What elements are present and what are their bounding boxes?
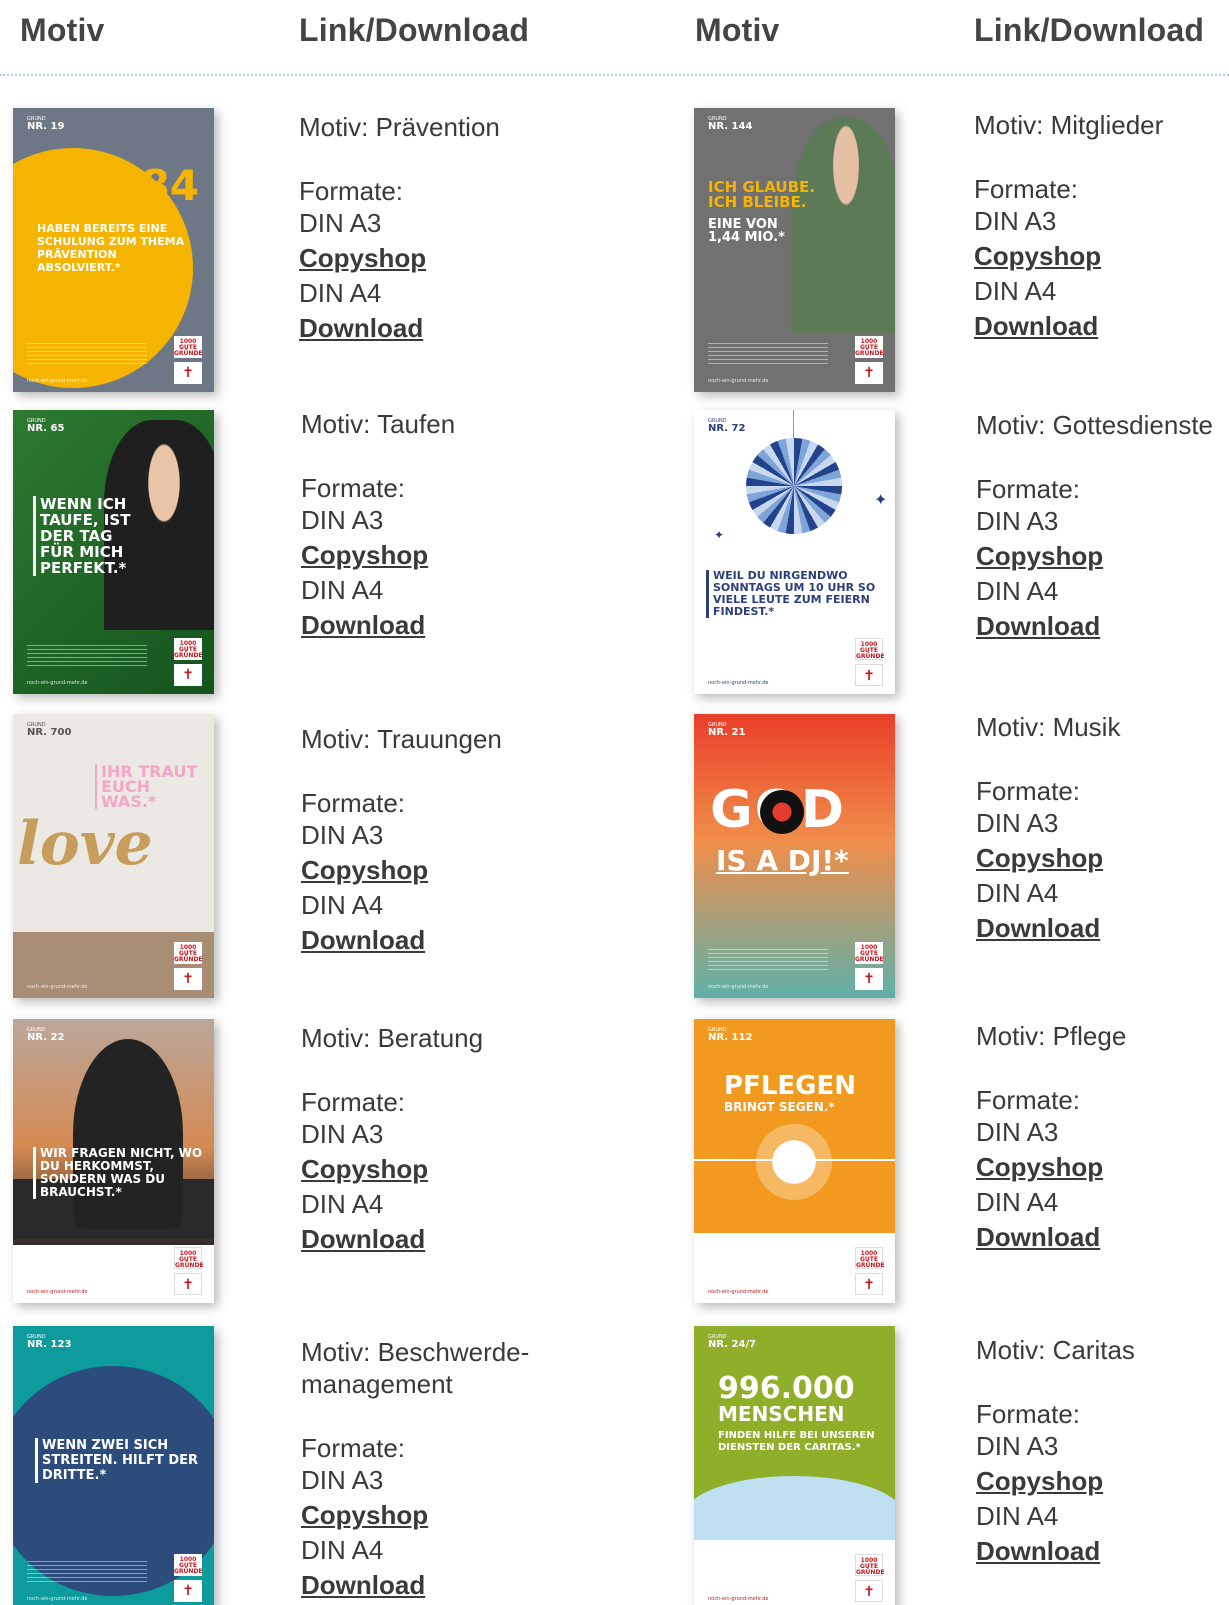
cross-icon: ✝ bbox=[855, 664, 883, 686]
motiv-info-gottesdienste: Motiv: Gottesdienste Formate: DIN A3 Cop… bbox=[976, 409, 1229, 645]
copyshop-link[interactable]: Copyshop bbox=[976, 1462, 1229, 1500]
column-header-motiv: Motiv bbox=[20, 12, 105, 48]
logo: 1000 GUTE GRÜNDE bbox=[855, 942, 884, 964]
table-header: Motiv Link/Download Motiv Link/Download bbox=[0, 0, 1229, 76]
download-link[interactable]: Download bbox=[301, 1220, 621, 1258]
download-link[interactable]: Download bbox=[976, 1532, 1229, 1570]
motiv-info-mitglieder: Motiv: Mitglieder Formate: DIN A3 Copysh… bbox=[974, 109, 1229, 345]
motiv-info-beratung: Motiv: Beratung Formate: DIN A3 Copyshop… bbox=[301, 1022, 621, 1258]
poster-beratung[interactable]: GRUND NR. 22 WIR FRAGEN NICHT, WO DU HERK… bbox=[13, 1019, 214, 1303]
download-link[interactable]: Download bbox=[974, 307, 1229, 345]
logo: 1000 GUTE GRÜNDE bbox=[174, 1554, 203, 1576]
poster-beschwerdemanagement[interactable]: GRUND NR. 123 WENN ZWEI SICH STREITEN. HI… bbox=[13, 1326, 214, 1605]
download-link[interactable]: Download bbox=[301, 606, 621, 644]
motiv-info-beschwerdemanagement: Motiv: Beschwerde-management Formate: DI… bbox=[301, 1336, 621, 1604]
column-header-motiv-right: Motiv bbox=[695, 12, 780, 48]
download-link[interactable]: Download bbox=[301, 921, 621, 959]
cross-icon: ✝ bbox=[174, 362, 202, 384]
logo: 1000 GUTE GRÜNDE bbox=[855, 1554, 885, 1576]
download-link[interactable]: Download bbox=[976, 607, 1229, 645]
logo: 1000 GUTE GRÜNDE bbox=[174, 638, 203, 660]
cross-icon: ✝ bbox=[855, 1580, 883, 1602]
motiv-info-caritas: Motiv: Caritas Formate: DIN A3 Copyshop … bbox=[976, 1334, 1229, 1570]
cross-icon: ✝ bbox=[174, 664, 202, 686]
motiv-info-praevention: Motiv: Prävention Formate: DIN A3 Copysh… bbox=[299, 111, 619, 347]
logo: 1000 GUTE GRÜNDE bbox=[174, 1247, 204, 1269]
motiv-info-pflege: Motiv: Pflege Formate: DIN A3 Copyshop D… bbox=[976, 1020, 1229, 1256]
motiv-info-trauungen: Motiv: Trauungen Formate: DIN A3 Copysho… bbox=[301, 723, 621, 959]
poster-caritas[interactable]: GRUND NR. 24/7 996.000 MENSCHEN FINDEN HI… bbox=[694, 1326, 895, 1605]
download-link[interactable]: Download bbox=[301, 1566, 621, 1604]
cross-icon: ✝ bbox=[174, 968, 202, 990]
poster-pflege[interactable]: GRUND NR. 112 PFLEGEN BRINGT SEGEN.* 1000… bbox=[694, 1019, 895, 1303]
copyshop-link[interactable]: Copyshop bbox=[301, 851, 621, 889]
logo: 1000 GUTE GRÜNDE bbox=[855, 638, 885, 660]
copyshop-link[interactable]: Copyshop bbox=[301, 1150, 621, 1188]
poster-praevention[interactable]: GRUND NR. 19 65.784 MITARBEITENDE HABEN B… bbox=[13, 108, 214, 392]
cross-icon: ✝ bbox=[174, 1580, 202, 1602]
column-header-link-download-right: Link/Download bbox=[974, 12, 1205, 48]
logo: 1000 GUTE GRÜNDE bbox=[855, 1247, 885, 1269]
logo: 1000 GUTE GRÜNDE bbox=[855, 336, 884, 358]
download-link[interactable]: Download bbox=[299, 309, 619, 347]
poster-musik[interactable]: GRUNDNR. 21 GOD IS A DJ!* 1000GUTEGRÜNDE… bbox=[694, 714, 895, 998]
poster-taufen[interactable]: GRUND NR. 65 WENN ICH TAUFE, IST DER TAG … bbox=[13, 410, 214, 694]
poster-gottesdienste[interactable]: ✦ ✦ GRUND NR. 72 WEIL DU NIRGENDWO SONNTA… bbox=[694, 410, 895, 694]
copyshop-link[interactable]: Copyshop bbox=[974, 237, 1229, 275]
motiv-info-taufen: Motiv: Taufen Formate: DIN A3 Copyshop D… bbox=[301, 408, 621, 644]
poster-trauungen[interactable]: GRUND NR. 700 IHR TRAUT EUCH WAS.* love 1… bbox=[13, 714, 214, 998]
cross-icon: ✝ bbox=[855, 1273, 883, 1295]
cross-icon: ✝ bbox=[855, 362, 883, 384]
copyshop-link[interactable]: Copyshop bbox=[976, 1148, 1229, 1186]
logo: 1000 GUTE GRÜNDE bbox=[174, 336, 203, 358]
logo: 1000 GUTE GRÜNDE bbox=[174, 942, 203, 964]
cross-icon: ✝ bbox=[174, 1273, 202, 1295]
copyshop-link[interactable]: Copyshop bbox=[299, 239, 619, 277]
cross-icon: ✝ bbox=[855, 968, 883, 990]
motiv-info-musik: Motiv: Musik Formate: DIN A3 Copyshop DI… bbox=[976, 711, 1229, 947]
download-link[interactable]: Download bbox=[976, 909, 1229, 947]
poster-mitglieder[interactable]: GRUND NR. 144 ICH GLAUBE. ICH BLEIBE. EIN… bbox=[694, 108, 895, 392]
copyshop-link[interactable]: Copyshop bbox=[976, 537, 1229, 575]
copyshop-link[interactable]: Copyshop bbox=[301, 536, 621, 574]
copyshop-link[interactable]: Copyshop bbox=[301, 1496, 621, 1534]
column-header-link-download: Link/Download bbox=[299, 12, 530, 48]
download-link[interactable]: Download bbox=[976, 1218, 1229, 1256]
copyshop-link[interactable]: Copyshop bbox=[976, 839, 1229, 877]
